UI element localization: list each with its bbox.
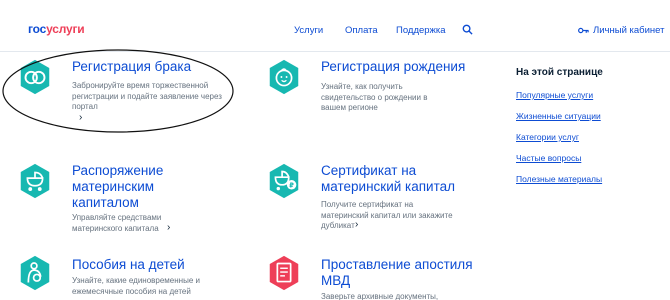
aside-link-popular-services[interactable]: Популярные услуги (516, 90, 593, 100)
card-description: Узнайте, как получить свидетельство о ро… (321, 82, 428, 112)
card-title[interactable]: Регистрация рождения (321, 59, 465, 75)
nav-services[interactable]: Услуги (294, 25, 323, 36)
card-description: Заверьте архивные документы, (321, 292, 439, 300)
baby-icon (269, 59, 299, 95)
search-icon[interactable] (462, 24, 473, 35)
card-description: Узнайте, какие единовременные и ежемесяч… (72, 276, 200, 296)
nav-payment[interactable]: Оплата (345, 25, 378, 36)
card-title[interactable]: Распоряжение материнским капиталом (72, 163, 192, 211)
gosuslugi-logo[interactable]: госуслуги (28, 22, 85, 36)
highlight-ellipse (2, 49, 234, 133)
chevron-right-icon[interactable]: › (167, 222, 170, 233)
aside-title: На этой странице (516, 67, 603, 78)
card-description: Управляйте средствами материнского капит… (72, 213, 162, 233)
card-title[interactable]: Пособия на детей (72, 257, 185, 273)
chevron-right-icon[interactable]: › (355, 219, 358, 230)
top-header: госуслуги Услуги Оплата Поддержка Личный… (0, 0, 670, 52)
key-icon (578, 27, 589, 34)
stroller-ruble-icon: ₽ (269, 163, 299, 199)
svg-text:₽: ₽ (289, 181, 294, 189)
aside-link-useful-materials[interactable]: Полезные материалы (516, 174, 602, 184)
mother-child-icon (20, 255, 50, 291)
stroller-icon (20, 163, 50, 199)
aside-link-faq[interactable]: Частые вопросы (516, 153, 581, 163)
document-icon (269, 255, 299, 291)
aside-link-life-situations[interactable]: Жизненные ситуации (516, 111, 601, 121)
card-title[interactable]: Проставление апостиля МВД (321, 257, 481, 289)
card-title[interactable]: Сертификат на материнский капитал (321, 163, 491, 195)
personal-cabinet-link[interactable]: Личный кабинет (578, 25, 664, 36)
aside-link-service-categories[interactable]: Категории услуг (516, 132, 579, 142)
card-description: Получите сертификат на материнский капит… (321, 200, 453, 230)
nav-support[interactable]: Поддержка (396, 25, 446, 36)
cabinet-label: Личный кабинет (593, 25, 665, 36)
